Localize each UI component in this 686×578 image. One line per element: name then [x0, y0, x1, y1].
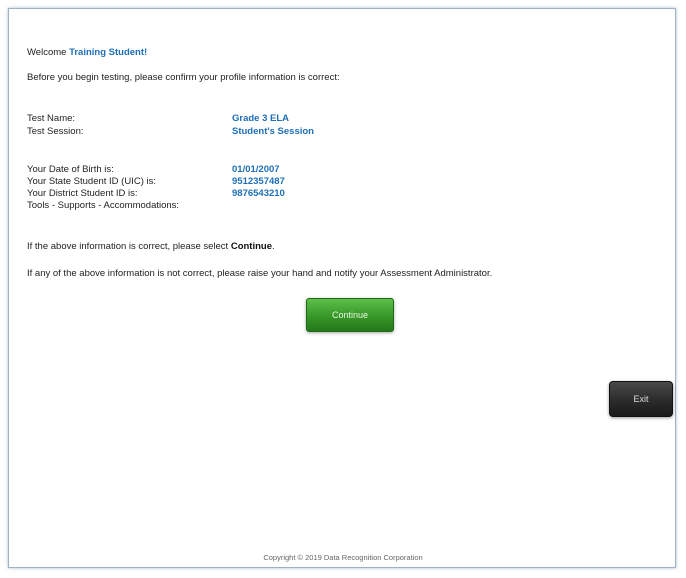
copyright-footer: Copyright © 2019 Data Recognition Corpor… — [263, 553, 423, 562]
incorrect-instruction: If any of the above information is not c… — [27, 268, 493, 279]
tools-label: Tools - Supports - Accommodations: — [27, 200, 180, 211]
state-id-value: 9512357487 — [232, 176, 285, 187]
exit-button[interactable]: Exit — [609, 381, 673, 417]
test-session-value: Student's Session — [232, 126, 314, 137]
test-name-label: Test Name: — [27, 113, 76, 124]
test-name-value: Grade 3 ELA — [232, 113, 290, 124]
continue-keyword: Continue — [230, 241, 272, 252]
state-id-label: Your State Student ID (UIC) is: — [27, 176, 157, 187]
welcome-line: Welcome Training Student! — [27, 47, 147, 59]
correct-instruction: If the above information is correct, ple… — [27, 241, 275, 253]
continue-button[interactable]: Continue — [306, 298, 394, 332]
intro-text: Before you begin testing, please confirm… — [27, 72, 340, 83]
student-name: Training Student! — [69, 47, 148, 58]
dob-label: Your Date of Birth is: — [27, 164, 114, 175]
profile-confirmation-panel: Welcome Training Student! Before you beg… — [8, 8, 676, 568]
district-id-value: 9876543210 — [232, 188, 285, 199]
dob-value: 01/01/2007 — [232, 164, 280, 175]
welcome-prefix: Welcome — [27, 47, 67, 58]
period: . — [272, 241, 275, 252]
correct-instruction-text: If the above information is correct, ple… — [27, 241, 229, 252]
test-session-label: Test Session: — [27, 126, 84, 137]
district-id-label: Your District Student ID is: — [27, 188, 138, 199]
